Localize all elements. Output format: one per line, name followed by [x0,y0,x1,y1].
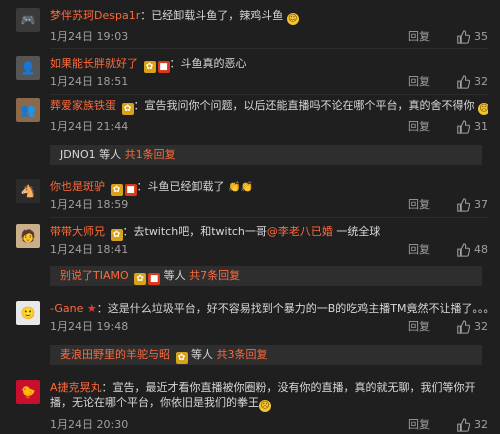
crying-emoji-icon: ☹ [478,103,488,115]
like-button[interactable]: 31 [456,120,488,134]
like-count: 31 [474,120,488,133]
clap-emoji-icon: 👏👏 [228,182,253,193]
replies-expander[interactable]: JDNO1 等人 共1条回复 [50,145,482,165]
reply-button[interactable]: 回复 [408,30,430,44]
like-button[interactable]: 32 [456,75,488,89]
thumbs-up-icon [457,198,470,212]
replies-expander[interactable]: 别说了TIAMO ✿ ■ 等人 共7条回复 [50,266,482,286]
reply-count-link[interactable]: 共7条回复 [189,269,240,282]
like-count: 35 [474,30,488,43]
reply-count-link[interactable]: 共1条回复 [125,148,176,161]
reply-button[interactable]: 回复 [408,320,430,334]
sweat-smile-emoji-icon: ☺ [286,13,299,25]
username[interactable]: 带带大师兄 [50,225,105,238]
star-badge-icon: ★ [86,302,97,315]
fan-badge-icon: ✿ [110,184,123,196]
thumbs-up-icon [457,30,470,44]
fan-badge-icon: ✿ [121,103,134,115]
like-count: 48 [474,243,488,256]
reply-button[interactable]: 回复 [408,243,430,257]
reply-user: JDNO1 [60,148,96,161]
comment-date: 1月24日 20:30 [50,418,129,431]
divider [50,48,488,49]
avatar[interactable]: 👥 [16,98,40,122]
like-count: 32 [474,320,488,333]
reply-button[interactable]: 回复 [408,418,430,432]
thumbs-up-icon [457,418,470,432]
thumbs-up-icon [457,320,470,334]
fan-badge-icon: ✿ [143,61,156,73]
avatar[interactable]: 🐴 [16,179,40,203]
fan-badge-icon: ✿ [175,352,188,364]
avatar[interactable]: 🧑 [16,224,40,248]
level-badge-icon: ■ [148,273,161,285]
divider [50,94,488,95]
level-badge-icon: ■ [124,184,137,196]
crying-emoji-icon: ☹ [259,400,271,412]
like-count: 32 [474,75,488,88]
thumbs-up-icon [457,75,470,89]
reply-button[interactable]: 回复 [408,198,430,212]
replies-expander[interactable]: 麦浪田野里的羊驼与昭 ✿ 等人 共3条回复 [50,345,482,365]
reply-count-link[interactable]: 共3条回复 [217,348,268,361]
username[interactable]: -Gane [50,302,83,315]
username[interactable]: 如果能长胖就好了 [50,57,138,70]
reply-button[interactable]: 回复 [408,120,430,134]
like-button[interactable]: 32 [456,418,488,432]
comment-text: ：斗鱼已经卸载了 [136,180,225,193]
like-button[interactable]: 32 [456,320,488,334]
comment-text: ：宣告我问你个问题，以后还能直播吗不论在哪个平台，真的舍不得你 [133,99,475,112]
comment-date: 1月24日 19:03 [50,30,129,43]
thumbs-up-icon [457,243,470,257]
avatar[interactable]: 🐤 [16,380,40,404]
reply-user: 别说了TIAMO [60,269,129,282]
comment-date: 1月24日 18:59 [50,198,129,211]
avatar[interactable]: 🙂 [16,301,40,325]
like-button[interactable]: 48 [456,243,488,257]
comment-text: ：已经卸载斗鱼了，辣鸡斗鱼 [140,9,284,22]
comment-text: ：去twitch吧，和twitch一哥 [122,225,267,238]
username[interactable]: 你也是斑驴 [50,180,105,193]
comment-date: 1月24日 18:41 [50,243,129,256]
like-count: 37 [474,198,488,211]
avatar[interactable]: 👤 [16,56,40,80]
divider [50,217,488,218]
comment-date: 1月24日 18:51 [50,75,129,88]
comment-text: ：斗鱼真的恶心 [169,57,247,70]
like-button[interactable]: 35 [456,30,488,44]
comment-date: 1月24日 19:48 [50,320,129,333]
like-button[interactable]: 37 [456,198,488,212]
level-badge-icon: ■ [157,61,170,73]
comment-text: ：这是什么垃圾平台，好不容易找到个暴力的一B的吃鸡主播TM竟然不让播了。。。 [96,302,488,315]
reply-button[interactable]: 回复 [408,75,430,89]
like-count: 32 [474,418,488,431]
thumbs-up-icon [457,120,470,134]
username[interactable]: A捷克晃丸 [50,381,102,394]
username[interactable]: 梦伴苏珂Despa1r [50,9,140,22]
avatar[interactable]: 🎮 [16,8,40,32]
reply-user: 麦浪田野里的羊驼与昭 [60,348,170,361]
username[interactable]: 葬爱家族铁蛋 [50,99,116,112]
fan-badge-icon: ✿ [110,229,123,241]
mention-link[interactable]: @李老八已婚 [267,225,333,238]
fan-badge-icon: ✿ [134,273,147,285]
comment-date: 1月24日 21:44 [50,120,129,133]
